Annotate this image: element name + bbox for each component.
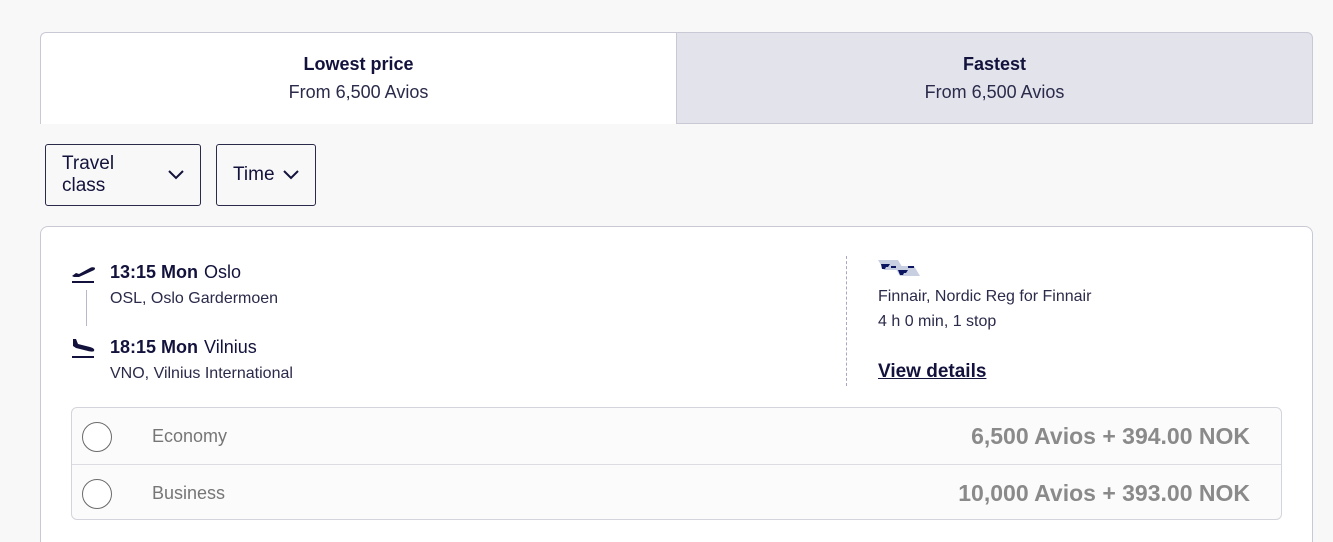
- tab-lowest-price-title: Lowest price: [303, 54, 414, 74]
- time-filter-label: Time: [233, 164, 275, 185]
- fare-price: 10,000 Avios + 393.00 NOK: [958, 480, 1250, 506]
- fare-class-label: Economy: [152, 426, 228, 446]
- arrival-airport: VNO, Vilnius International: [110, 365, 293, 382]
- arrival-city: Vilnius: [204, 337, 257, 357]
- chevron-down-icon: [168, 170, 184, 180]
- tab-lowest-price-subtitle: From 6,500 Avios: [288, 82, 429, 102]
- tab-fastest-title: Fastest: [962, 53, 1027, 74]
- departure-time: 13:15 Mon: [110, 262, 199, 282]
- fare-option-business[interactable]: Business 10,000 Avios + 393.00 NOK: [72, 464, 1281, 519]
- sort-tabs: Lowest price From 6,500 Avios Fastest Fr…: [40, 32, 1313, 124]
- tab-lowest-price[interactable]: Lowest price From 6,500 Avios: [40, 32, 676, 124]
- tab-fastest-subtitle: From 6,500 Avios: [924, 81, 1065, 102]
- time-filter-button[interactable]: Time: [216, 144, 316, 206]
- card-divider: [846, 256, 847, 386]
- chevron-down-icon: [282, 170, 299, 180]
- fare-class-label: Business: [152, 483, 226, 503]
- route-connector-line: [86, 290, 87, 326]
- airline-name: Finnair, Nordic Reg for Finnair: [878, 288, 1092, 305]
- flight-duration: 4 h 0 min, 1 stop: [878, 313, 997, 330]
- fare-option-economy[interactable]: Economy 6,500 Avios + 394.00 NOK: [72, 408, 1281, 464]
- departure-city: Oslo: [204, 262, 242, 282]
- fare-price: 6,500 Avios + 394.00 NOK: [971, 423, 1250, 449]
- fare-options: Economy 6,500 Avios + 394.00 NOK Busines…: [71, 407, 1282, 520]
- travel-class-filter-button[interactable]: Travel class: [45, 144, 201, 206]
- business-radio[interactable]: [82, 479, 112, 509]
- travel-class-filter-label: Travel class: [62, 153, 115, 196]
- finnair-logo: [878, 256, 930, 280]
- view-details-link[interactable]: View details: [878, 361, 986, 383]
- arrival-time: 18:15 Mon: [110, 337, 199, 357]
- landing-icon: [70, 337, 96, 359]
- tab-fastest[interactable]: Fastest From 6,500 Avios: [676, 32, 1313, 124]
- departure-airport: OSL, Oslo Gardermoen: [110, 290, 279, 307]
- economy-radio[interactable]: [82, 422, 112, 452]
- takeoff-icon: [70, 262, 96, 284]
